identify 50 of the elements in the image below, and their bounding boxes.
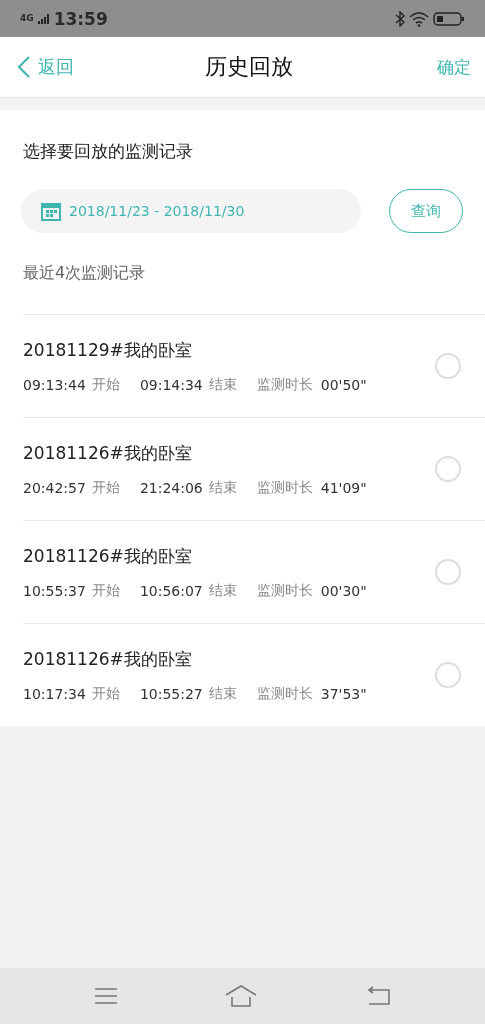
record-name: 20181129#我的卧室	[23, 338, 193, 362]
record-name: 20181126#我的卧室	[23, 647, 193, 671]
record-row[interactable]: 20181126#我的卧室 10:55:37 开始 10:56:07 结束 监测时长 00'30"	[23, 521, 485, 624]
bluetooth-icon	[395, 10, 405, 27]
network-indicator: 4G	[20, 14, 34, 23]
end-time: 09:14:34	[139, 376, 203, 393]
start-time: 09:13:44	[23, 376, 86, 393]
start-time: 10:55:37	[23, 582, 86, 599]
record-name: 20181126#我的卧室	[23, 441, 193, 465]
page-title: 历史回放	[203, 53, 294, 81]
start-label: 开始	[91, 478, 120, 497]
record-row[interactable]: 20181129#我的卧室 09:13:44 开始 09:14:34 结束 监测时长 00'50"	[23, 315, 485, 418]
duration-value: 41'09"	[320, 479, 367, 496]
record-name: 20181126#我的卧室	[23, 544, 193, 568]
radio-button[interactable]	[435, 456, 461, 482]
end-time: 21:24:06	[139, 479, 203, 496]
start-label: 开始	[91, 684, 120, 703]
battery-icon	[433, 11, 465, 26]
home-icon[interactable]	[225, 985, 258, 1007]
back-icon[interactable]	[365, 986, 392, 1006]
section-title: 选择要回放的监测记录	[23, 140, 194, 163]
recent-records-title: 最近4次监测记录	[23, 263, 485, 315]
end-label: 结束	[208, 375, 237, 394]
start-time: 10:17:34	[23, 685, 86, 702]
start-label: 开始	[91, 581, 120, 600]
wifi-icon	[409, 10, 429, 27]
radio-button[interactable]	[435, 559, 461, 585]
duration-value: 37'53"	[320, 685, 367, 702]
menu-icon[interactable]	[93, 986, 118, 1006]
start-label: 开始	[91, 375, 120, 394]
duration-label: 监测时长	[256, 581, 313, 600]
radio-button[interactable]	[435, 662, 461, 688]
signal-icon	[37, 13, 50, 24]
duration-label: 监测时长	[256, 684, 313, 703]
end-time: 10:56:07	[139, 582, 203, 599]
duration-value: 00'30"	[320, 582, 367, 599]
record-row[interactable]: 20181126#我的卧室 10:17:34 开始 10:55:27 结束 监测时长 37'53"	[23, 624, 485, 726]
duration-value: 00'50"	[320, 376, 367, 393]
chevron-left-icon	[18, 56, 30, 78]
end-label: 结束	[208, 684, 237, 703]
end-label: 结束	[208, 581, 237, 600]
duration-label: 监测时长	[256, 375, 313, 394]
record-row[interactable]: 20181126#我的卧室 20:42:57 开始 21:24:06 结束 监测时长 41'09"	[23, 418, 485, 521]
duration-label: 监测时长	[256, 478, 313, 497]
calendar-icon	[41, 201, 61, 221]
end-label: 结束	[208, 478, 237, 497]
end-time: 10:55:27	[139, 685, 203, 702]
status-time: 13:59	[53, 8, 108, 29]
radio-button[interactable]	[435, 353, 461, 379]
start-time: 20:42:57	[23, 479, 86, 496]
